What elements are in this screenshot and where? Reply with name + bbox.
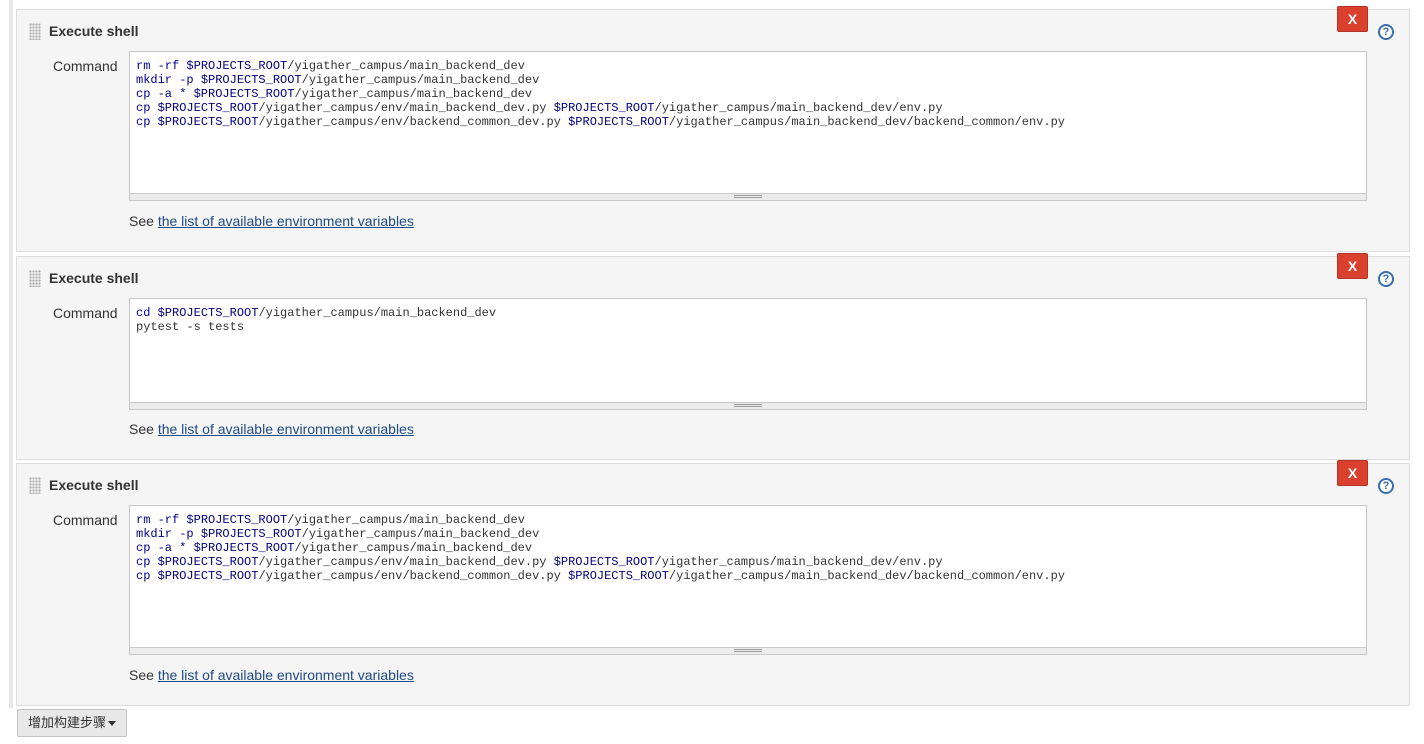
code-variable: $PROJECTS_ROOT [186,513,288,527]
command-editor[interactable]: cd $PROJECTS_ROOT/yigather_campus/main_b… [129,298,1367,410]
code-command: cp [136,569,158,583]
code-command: cp [136,555,158,569]
code-text: /yigather_campus/main_backend_dev/env.py [654,555,943,569]
editor-resize-handle[interactable] [130,402,1366,409]
command-editor[interactable]: rm -rf $PROJECTS_ROOT/yigather_campus/ma… [129,51,1367,201]
build-step-execute-shell-3: Execute shell X ? Command rm -rf $PROJEC… [16,460,1410,706]
code-text: /yigather_campus/env/backend_common_dev.… [258,115,569,129]
env-vars-note-prefix: See [129,213,158,229]
code-text: /yigather_campus/main_backend_dev [258,306,497,320]
code-variable: $PROJECTS_ROOT [157,569,259,583]
resize-grip-icon [734,404,762,407]
help-icon[interactable]: ? [1378,24,1394,40]
env-vars-note: See the list of available environment va… [129,213,414,229]
code-command: cp [136,101,158,115]
env-vars-note-prefix: See [129,421,158,437]
build-step-execute-shell-2: Execute shell X ? Command cd $PROJECTS_R… [16,253,1410,460]
code-variable: $PROJECTS_ROOT [200,73,302,87]
code-variable: $PROJECTS_ROOT [157,101,259,115]
code-command: cp -a * [136,541,194,555]
code-line: cp $PROJECTS_ROOT/yigather_campus/env/ba… [136,115,1065,129]
resize-grip-icon [734,649,762,652]
code-variable: $PROJECTS_ROOT [157,306,259,320]
env-vars-note-prefix: See [129,667,158,683]
code-line: cp -a * $PROJECTS_ROOT/yigather_campus/m… [136,87,532,101]
caret-down-icon [108,721,116,726]
delete-step-button[interactable]: X [1337,253,1368,279]
code-line: cd $PROJECTS_ROOT/yigather_campus/main_b… [136,306,496,320]
code-variable: $PROJECTS_ROOT [157,115,259,129]
code-line: cp -a * $PROJECTS_ROOT/yigather_campus/m… [136,541,532,555]
code-command: rm -rf [136,513,187,527]
code-text: /yigather_campus/main_backend_dev/backen… [668,569,1065,583]
code-variable: $PROJECTS_ROOT [193,87,295,101]
code-command: cd [136,306,158,320]
code-text: /yigather_campus/main_backend_dev [301,527,540,541]
editor-resize-handle[interactable] [130,647,1366,654]
code-text: /yigather_campus/main_backend_dev [294,87,533,101]
command-label: Command [53,58,118,74]
code-line: pytest -s tests [136,320,244,334]
code-text: /yigather_campus/main_backend_dev [301,73,540,87]
step-title: Execute shell [49,23,139,39]
code-line: mkdir -p $PROJECTS_ROOT/yigather_campus/… [136,527,539,541]
drag-handle-icon[interactable] [29,270,41,287]
editor-resize-handle[interactable] [130,193,1366,200]
build-step-execute-shell-1: Execute shell X ? Command rm -rf $PROJEC… [16,6,1410,252]
code-text: /yigather_campus/main_backend_dev [287,59,525,73]
help-icon[interactable]: ? [1378,478,1394,494]
code-variable: $PROJECTS_ROOT [553,555,655,569]
command-code[interactable]: rm -rf $PROJECTS_ROOT/yigather_campus/ma… [130,52,1366,129]
env-vars-link[interactable]: the list of available environment variab… [158,421,414,437]
add-build-step-label: 增加构建步骤 [28,715,107,730]
code-variable: $PROJECTS_ROOT [568,115,669,129]
code-text: /yigather_campus/main_backend_dev [287,513,525,527]
code-variable: $PROJECTS_ROOT [568,569,669,583]
code-line: rm -rf $PROJECTS_ROOT/yigather_campus/ma… [136,513,525,527]
code-line: cp $PROJECTS_ROOT/yigather_campus/env/ba… [136,569,1065,583]
code-command: cp -a * [136,87,194,101]
code-line: rm -rf $PROJECTS_ROOT/yigather_campus/ma… [136,59,525,73]
command-code[interactable]: rm -rf $PROJECTS_ROOT/yigather_campus/ma… [130,506,1366,583]
code-command: cp [136,115,158,129]
command-label: Command [53,512,118,528]
command-editor[interactable]: rm -rf $PROJECTS_ROOT/yigather_campus/ma… [129,505,1367,655]
drag-handle-icon[interactable] [29,23,41,40]
drag-handle-icon[interactable] [29,477,41,494]
code-line: cp $PROJECTS_ROOT/yigather_campus/env/ma… [136,101,943,115]
command-code[interactable]: cd $PROJECTS_ROOT/yigather_campus/main_b… [130,299,1366,334]
code-line: mkdir -p $PROJECTS_ROOT/yigather_campus/… [136,73,539,87]
code-variable: $PROJECTS_ROOT [193,541,295,555]
code-command: mkdir -p [136,527,201,541]
code-text: /yigather_campus/env/main_backend_dev.py [258,555,554,569]
code-text: /yigather_campus/env/main_backend_dev.py [258,101,554,115]
delete-step-button[interactable]: X [1337,460,1368,486]
code-variable: $PROJECTS_ROOT [553,101,655,115]
code-variable: $PROJECTS_ROOT [200,527,302,541]
code-line: cp $PROJECTS_ROOT/yigather_campus/env/ma… [136,555,943,569]
code-text: /yigather_campus/main_backend_dev [294,541,533,555]
left-rail [9,0,13,708]
resize-grip-icon [734,195,762,198]
help-icon[interactable]: ? [1378,271,1394,287]
code-text: /yigather_campus/main_backend_dev/backen… [668,115,1065,129]
step-title: Execute shell [49,477,139,493]
code-command: mkdir -p [136,73,201,87]
env-vars-note: See the list of available environment va… [129,667,414,683]
step-title: Execute shell [49,270,139,286]
code-variable: $PROJECTS_ROOT [186,59,288,73]
env-vars-link[interactable]: the list of available environment variab… [158,667,414,683]
delete-step-button[interactable]: X [1337,6,1368,32]
env-vars-link[interactable]: the list of available environment variab… [158,213,414,229]
code-command: rm -rf [136,59,187,73]
env-vars-note: See the list of available environment va… [129,421,414,437]
add-build-step-button[interactable]: 增加构建步骤 [17,709,127,737]
code-text: /yigather_campus/main_backend_dev/env.py [654,101,943,115]
command-label: Command [53,305,118,321]
code-text: /yigather_campus/env/backend_common_dev.… [258,569,569,583]
code-variable: $PROJECTS_ROOT [157,555,259,569]
code-text: pytest -s tests [136,320,245,334]
